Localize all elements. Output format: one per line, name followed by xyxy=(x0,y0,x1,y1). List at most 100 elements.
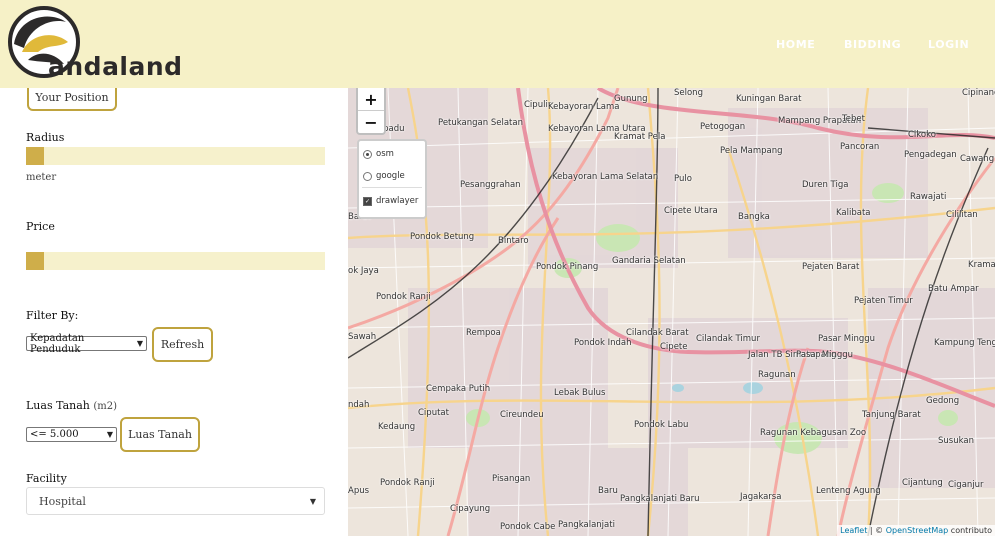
map-place-label: Baru xyxy=(598,486,618,496)
facility-selected-value: Hospital xyxy=(39,494,86,508)
luas-tanah-label: Luas Tanah (m2) xyxy=(26,399,117,412)
radius-slider-handle[interactable] xyxy=(26,147,44,165)
map-place-label: Cikoko xyxy=(908,130,936,140)
filter-by-selected-value: Kepadatan Penduduk xyxy=(30,332,85,355)
map-place-label: Ragunan Kebagusan Zoo xyxy=(760,428,867,438)
radius-unit-label: meter xyxy=(26,172,57,183)
map-place-label: Lenteng Agung xyxy=(816,486,881,496)
radius-label: Radius xyxy=(26,131,65,144)
layer-osm-option[interactable]: osm xyxy=(363,149,394,159)
andaland-logo[interactable]: andaland xyxy=(8,4,182,86)
map-place-label: Pasar Minggu xyxy=(796,350,854,360)
map-place-label: Pondok Ranji xyxy=(380,478,435,488)
map-place-label: Kramat Pela xyxy=(614,132,666,142)
map-place-label: Bangka xyxy=(738,212,770,222)
map-place-label: Tanjung Barat xyxy=(862,410,921,420)
dropdown-arrow-icon: ▼ xyxy=(309,496,316,506)
map-place-label: Cempaka Putih xyxy=(426,384,491,394)
map-place-label: Apus xyxy=(348,486,370,496)
map-place-label: Cijantung xyxy=(902,478,943,488)
map-place-label: Batu Ampar xyxy=(928,284,979,294)
map-place-label: Bintaro xyxy=(498,236,529,246)
luas-tanah-select[interactable]: <= 5.000 ▼ xyxy=(26,427,117,442)
price-slider[interactable] xyxy=(26,252,325,270)
filter-by-select[interactable]: Kepadatan Penduduk ▼ xyxy=(26,333,147,355)
map-place-label: Pondok Pinang xyxy=(536,262,599,272)
map-place-label: Ciganjur xyxy=(948,480,984,490)
map-place-label: Pela Mampang xyxy=(720,146,783,156)
map-place-label: ndah xyxy=(348,400,370,410)
radio-icon[interactable] xyxy=(363,171,372,181)
map-place-label: Pulo xyxy=(674,174,692,184)
map-place-label: Rawajati xyxy=(910,192,947,202)
map-place-label: Kebayoran Lama xyxy=(548,102,620,112)
layer-divider xyxy=(362,187,422,188)
map-place-label: Kebayoran Lama Selatan xyxy=(552,172,659,182)
map-place-label: Ciputat xyxy=(418,408,449,418)
logo-text: andaland xyxy=(48,52,183,81)
map-place-label: Pengadegan xyxy=(904,150,957,160)
map-place-label: Jagakarsa xyxy=(740,492,782,502)
map-place-label: ok Jaya xyxy=(348,266,379,276)
map-place-label: Petogogan xyxy=(700,122,746,132)
dropdown-arrow-icon: ▼ xyxy=(106,430,113,439)
map-place-label: Pondok Labu xyxy=(634,420,689,430)
nav-home-link[interactable]: HOME xyxy=(776,38,815,51)
zoom-out-button[interactable]: − xyxy=(358,111,384,133)
top-navbar: andaland HOME BIDDING LOGIN xyxy=(0,0,995,88)
map-place-label: Cililitan xyxy=(946,210,978,220)
map-place-label: Pejaten Barat xyxy=(802,262,860,272)
map-place-label: Cipete Utara xyxy=(664,206,718,216)
map-place-label: Pasar Minggu xyxy=(818,334,876,344)
radio-selected-icon[interactable] xyxy=(363,149,372,159)
layer-google-label: google xyxy=(376,171,405,181)
map-place-label: Pancoran xyxy=(840,142,880,152)
facility-label: Facility xyxy=(26,472,67,485)
map-place-label: Selong xyxy=(674,88,703,98)
map-place-label: Kedaung xyxy=(378,422,416,432)
layer-drawlayer-option[interactable]: ✓ drawlayer xyxy=(363,196,418,206)
map-place-label: Rempoa xyxy=(466,328,501,338)
map-tiles xyxy=(348,88,995,536)
facility-select[interactable]: Hospital ▼ xyxy=(26,487,325,515)
map-place-label: Pondok Indah xyxy=(574,338,632,348)
map-place-label: Pangkalanjati Baru xyxy=(620,494,700,504)
luas-tanah-label-text: Luas Tanah xyxy=(26,399,90,412)
map-place-label: Cilandak Barat xyxy=(626,328,689,338)
nav-bidding-link[interactable]: BIDDING xyxy=(844,38,901,51)
checkbox-checked-icon[interactable]: ✓ xyxy=(363,196,372,206)
map-attribution: Leaflet | © OpenStreetMap contributo xyxy=(837,525,995,536)
map-place-label: Cipete xyxy=(660,342,688,352)
layer-drawlayer-label: drawlayer xyxy=(376,196,419,206)
map-place-label: Lebak Bulus xyxy=(554,388,606,398)
map-view[interactable]: Cipulir Gunung Kuningan Barat Mampang Prapa… xyxy=(348,88,995,536)
refresh-button[interactable]: Refresh xyxy=(152,327,213,362)
dropdown-arrow-icon: ▼ xyxy=(136,339,143,348)
map-place-label: Kuningan Barat xyxy=(736,94,802,104)
map-place-label: Cawang xyxy=(960,154,995,164)
map-place-label: Petukangan Selatan xyxy=(438,118,523,128)
luas-tanah-unit: (m2) xyxy=(93,401,118,412)
map-place-label: Pondok Ranji xyxy=(376,292,431,302)
zoom-in-button[interactable]: + xyxy=(358,88,384,111)
map-place-label: Pejaten Timur xyxy=(854,296,913,306)
luas-tanah-selected-value: <= 5.000 xyxy=(30,429,79,440)
map-place-label: Pisangan xyxy=(492,474,531,484)
map-place-label: Cipayung xyxy=(450,504,491,514)
nav-login-link[interactable]: LOGIN xyxy=(928,38,969,51)
price-slider-handle[interactable] xyxy=(26,252,44,270)
map-place-label: Gedong xyxy=(926,396,960,406)
layer-osm-label: osm xyxy=(376,149,394,159)
layer-switcher: osm google ✓ drawlayer xyxy=(357,139,427,219)
layer-google-option[interactable]: google xyxy=(363,171,405,181)
openstreetmap-link[interactable]: OpenStreetMap xyxy=(886,526,949,535)
map-place-label: Kramat xyxy=(968,260,995,270)
map-place-label: Pondok Cabe xyxy=(500,522,556,532)
attribution-separator: | © xyxy=(867,526,886,535)
map-place-label: Tebet xyxy=(842,114,865,124)
map-place-label: Ragunan xyxy=(758,370,796,380)
leaflet-link[interactable]: Leaflet xyxy=(840,526,867,535)
radius-slider[interactable] xyxy=(26,147,325,165)
attribution-contributors: contributo xyxy=(948,526,992,535)
luas-tanah-button[interactable]: Luas Tanah xyxy=(120,417,200,452)
